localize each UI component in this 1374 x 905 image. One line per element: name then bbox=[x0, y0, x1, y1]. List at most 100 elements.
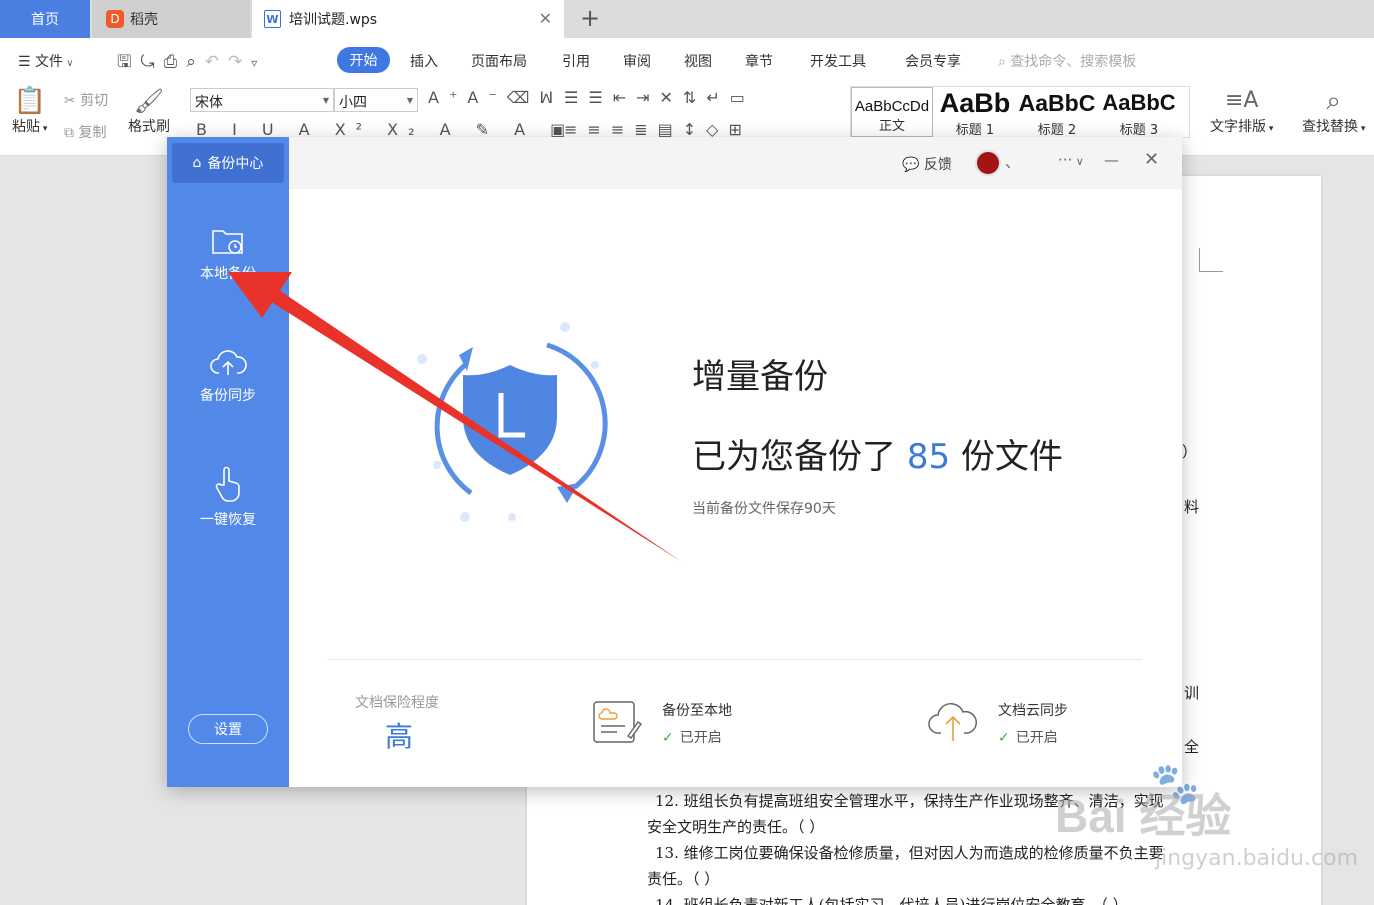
more-options[interactable]: ··· ∨ bbox=[1058, 151, 1084, 169]
decorative-dot bbox=[591, 361, 599, 369]
backup-count: 85 bbox=[906, 437, 951, 477]
tab-reference[interactable]: 引用 bbox=[562, 51, 590, 71]
preview-icon[interactable]: ⌕ bbox=[186, 52, 205, 72]
tab-bar: 首页 D 稻壳 W 培训试题.wps ✕ + bbox=[0, 0, 1374, 38]
search-icon: ⌕ bbox=[998, 54, 1011, 70]
print-icon[interactable]: ⎙ bbox=[164, 52, 187, 72]
cloud-sync-status: ✓ 已开启 bbox=[998, 730, 1058, 746]
format-brush-button[interactable]: 🖌 格式刷 bbox=[128, 86, 170, 136]
tab-devtools[interactable]: 开发工具 bbox=[810, 51, 866, 71]
settings-button[interactable]: 设置 bbox=[188, 714, 268, 744]
home-shield-icon: ⌂ bbox=[192, 155, 202, 171]
paste-button[interactable]: 📋 粘贴 ▾ bbox=[12, 86, 47, 136]
local-backup-status: ✓ 已开启 bbox=[662, 730, 722, 746]
command-search[interactable]: ⌕ 查找命令、搜索模板 bbox=[998, 51, 1136, 71]
font-family-select[interactable]: 宋体 ▼ bbox=[190, 88, 334, 112]
protection-level-label: 文档保险程度 bbox=[355, 695, 439, 711]
tab-chapter[interactable]: 章节 bbox=[745, 51, 773, 71]
style-normal[interactable]: AaBbCcDd 正文 bbox=[851, 87, 933, 137]
decorative-dot bbox=[433, 461, 441, 469]
customize-icon[interactable]: ▿ bbox=[251, 56, 266, 70]
style-gallery: AaBbCcDd 正文 AaBb 标题 1 AaBbC 标题 2 AaBbC 标… bbox=[850, 86, 1190, 138]
feedback-button[interactable]: 💬 反馈 bbox=[902, 154, 952, 174]
cloud-sync-icon bbox=[928, 703, 977, 741]
folder-clock-icon bbox=[212, 230, 243, 254]
main-title: 增量备份 bbox=[692, 357, 828, 397]
text-layout-icon: ≡A bbox=[1224, 88, 1259, 113]
doc-text-fragment: 训 bbox=[1184, 684, 1200, 702]
doc-text-fragment: ） bbox=[1182, 443, 1198, 461]
cloud-sync-title: 文档云同步 bbox=[998, 703, 1068, 719]
style-heading-2[interactable]: AaBbC 标题 2 bbox=[1017, 87, 1097, 137]
tab-home[interactable]: 首页 bbox=[0, 0, 90, 38]
paragraph-list-tools[interactable]: ☰☰⇤⇥✕⇅↵▭ bbox=[564, 88, 755, 107]
page-margin-mark bbox=[1199, 248, 1223, 272]
find-replace-button[interactable]: ⌕ 查找替换 ▾ bbox=[1302, 86, 1365, 136]
dialog-sidebar: ⌂ 备份中心 本地备份 备份同步 一键恢复 设置 bbox=[167, 137, 289, 787]
cut-button[interactable]: ✂ 剪切 bbox=[64, 90, 108, 110]
decorative-dot bbox=[417, 354, 427, 364]
copy-button[interactable]: ⧉ 复制 bbox=[64, 122, 106, 142]
local-backup-title: 备份至本地 bbox=[662, 703, 732, 719]
backup-count-summary: 已为您备份了 85 份文件 bbox=[692, 437, 1063, 477]
protection-level-value: 高 bbox=[385, 720, 414, 753]
font-grow-shrink-tools[interactable]: A⁺A⁻⌫ꟽ bbox=[428, 88, 563, 107]
new-tab-icon[interactable]: + bbox=[580, 4, 600, 32]
chevron-down-icon: ∨ bbox=[63, 58, 74, 69]
decorative-dot bbox=[508, 513, 516, 521]
export-icon[interactable]: ⤿ bbox=[140, 52, 163, 72]
close-icon[interactable]: ✕ bbox=[1144, 149, 1159, 170]
tab-layout[interactable]: 页面布局 bbox=[471, 51, 527, 71]
redo-icon[interactable]: ↷ bbox=[228, 52, 251, 72]
scissors-icon: ✂ bbox=[64, 93, 81, 109]
undo-icon[interactable]: ↶ bbox=[205, 52, 228, 72]
chevron-down-icon: ∨ bbox=[1072, 155, 1084, 168]
style-heading-1[interactable]: AaBb 标题 1 bbox=[935, 87, 1015, 137]
check-icon: ✓ bbox=[662, 730, 674, 746]
doc-text-fragment: 全 bbox=[1184, 738, 1200, 756]
baidu-jingyan-watermark: 🐾 Bai 经验 jingyan.baidu.com bbox=[1055, 761, 1359, 871]
dialog-title-bar: 💬 反馈 、 ··· ∨ — ✕ bbox=[289, 137, 1182, 189]
dropdown-arrow-icon: ▼ bbox=[322, 96, 329, 105]
style-heading-3[interactable]: AaBbC 标题 3 bbox=[1099, 87, 1179, 137]
document-edit-icon bbox=[593, 701, 642, 743]
copy-icon: ⧉ bbox=[64, 125, 79, 141]
doc-line: 安全文明生产的责任。（ ） bbox=[647, 818, 825, 836]
font-size-select[interactable]: 小四 ▼ bbox=[334, 88, 418, 112]
backup-center-dialog: ⌂ 备份中心 本地备份 备份同步 一键恢复 设置 💬 反馈 、 ··· ∨ — … bbox=[167, 137, 1182, 787]
save-icon[interactable]: 🖫 bbox=[117, 52, 140, 72]
file-menu[interactable]: ☰ 文件 ∨ bbox=[18, 51, 74, 71]
brush-icon: 🖌 bbox=[133, 87, 165, 115]
minimize-icon[interactable]: — bbox=[1104, 151, 1119, 169]
tab-insert[interactable]: 插入 bbox=[410, 51, 438, 71]
sidebar-item-local-backup[interactable]: 本地备份 bbox=[167, 225, 289, 283]
close-tab-icon[interactable]: ✕ bbox=[539, 9, 552, 28]
hand-pointer-icon bbox=[215, 466, 240, 502]
tab-daoke[interactable]: D 稻壳 bbox=[92, 0, 250, 38]
tab-review[interactable]: 审阅 bbox=[623, 51, 651, 71]
backup-center-header[interactable]: ⌂ 备份中心 bbox=[172, 143, 284, 183]
clipboard-icon: 📋 bbox=[13, 86, 46, 116]
menu-bar: ☰ 文件 ∨ 🖫⤿⎙⌕↶↷▿ 开始 插入 页面布局 引用 审阅 视图 章节 开发… bbox=[0, 38, 1374, 82]
sync-arrowhead-bottom bbox=[557, 483, 579, 503]
doc-line: 责任。（ ） bbox=[647, 870, 720, 888]
tab-view[interactable]: 视图 bbox=[684, 51, 712, 71]
hamburger-icon: ☰ bbox=[18, 54, 36, 70]
text-layout-button[interactable]: ≡A 文字排版 ▾ bbox=[1210, 86, 1273, 136]
shield-sync-illustration bbox=[417, 322, 608, 522]
tab-start[interactable]: 开始 bbox=[337, 47, 390, 73]
wps-doc-icon: W bbox=[264, 10, 281, 28]
sidebar-item-one-click-restore[interactable]: 一键恢复 bbox=[167, 465, 289, 529]
sidebar-item-backup-sync[interactable]: 备份同步 bbox=[167, 347, 289, 405]
tab-document[interactable]: W 培训试题.wps ✕ bbox=[252, 0, 564, 38]
username: 、 bbox=[1005, 153, 1021, 171]
tab-member[interactable]: 会员专享 bbox=[905, 51, 961, 71]
doc-line: 14. 班组长负责对新工人(包括实习、代培人员)进行岗位安全教育。（ ） bbox=[655, 896, 1128, 905]
dropdown-arrow-icon: ▼ bbox=[406, 96, 413, 105]
avatar[interactable] bbox=[975, 150, 1001, 176]
cloud-upload-icon bbox=[210, 350, 247, 375]
chat-bubble-icon: 💬 bbox=[902, 157, 924, 173]
decorative-dot bbox=[460, 512, 470, 522]
doc-text-fragment: 料 bbox=[1184, 498, 1200, 516]
decorative-dot bbox=[560, 322, 570, 332]
